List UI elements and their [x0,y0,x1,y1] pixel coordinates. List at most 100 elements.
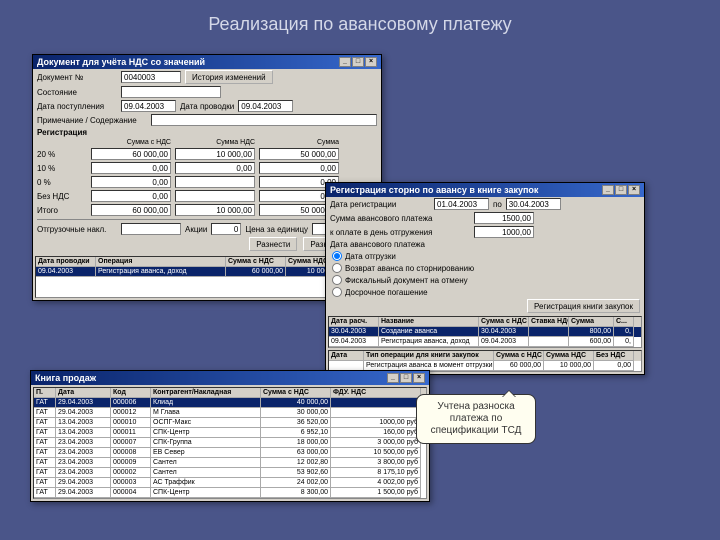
cell: 800,00 [569,327,614,337]
cell [331,408,421,418]
cell: 000002 [111,468,151,478]
cell [331,398,421,408]
amount-input[interactable]: 0,00 [91,162,171,174]
minimize-icon[interactable]: _ [602,185,614,195]
radio-early-pay[interactable] [332,287,342,297]
cell: СПК-Центр [151,428,261,438]
cell: 29.04.2003 [56,408,111,418]
net-input[interactable]: 0,00 [259,162,339,174]
close-icon[interactable]: × [365,57,377,67]
cell: 000009 [111,458,151,468]
grid-header: Дата Тип операции для книги закупок Сумм… [329,351,641,361]
ship-label: Отгрузочные накл. [37,225,117,234]
grid-row[interactable]: ГАТ29.04.2003000004СПК-Центр8 300,001 50… [34,488,426,498]
minimize-icon[interactable]: _ [339,57,351,67]
cell: 8 300,00 [261,488,331,498]
cell: ОСПГ-Макс [151,418,261,428]
vat-input[interactable]: 10 000,00 [175,204,255,216]
gh: Дата [56,388,111,398]
cell: 4 002,00 руб [331,478,421,488]
date1-input[interactable]: 09.04.2003 [121,100,176,112]
rate-label: Без НДС [37,192,87,201]
gh: Код [111,388,151,398]
rem-input[interactable]: 1000,00 [474,226,534,238]
cell: ГАТ [34,448,56,458]
vat-input[interactable] [175,190,255,202]
close-icon[interactable]: × [413,373,425,383]
radio-label: Досрочное погашение [345,288,428,297]
grid-row[interactable]: ГАТ13.04.2003000010ОСПГ-Макс36 520,00100… [34,418,426,428]
cell: 29.04.2003 [56,398,111,408]
grid-row[interactable]: ГАТ13.04.2003000011СПК-Центр6 952,10160,… [34,428,426,438]
gh-date: Дата проводки [36,257,96,267]
amount-input[interactable]: 60 000,00 [91,148,171,160]
titlebar[interactable]: Документ для учёта НДС со значений _ □ × [33,55,381,69]
grid-row[interactable]: 30.04.2003Создание аванса30.04.2003800,0… [329,327,641,337]
sum-input[interactable]: 1500,00 [474,212,534,224]
cell: 30 000,00 [261,408,331,418]
gh: Дата [329,351,364,361]
date2-input[interactable]: 09.04.2003 [238,100,293,112]
radio-label: Дата отгрузки [345,252,396,261]
cell: АС Траффик [151,478,261,488]
gh: Без НДС [594,351,634,361]
rem-label: к оплате в день отгружения [330,228,470,237]
cell: 40 000,00 [261,398,331,408]
vat-input[interactable]: 10 000,00 [175,148,255,160]
vat-input[interactable]: 0,00 [175,162,255,174]
radio-label: Фискальный документ на отмену [345,276,468,285]
to-label: по [493,200,502,209]
grid-row[interactable]: ГАТ23.04.2003000008ЕВ Север63 000,0010 5… [34,448,426,458]
cell: Регистрация аванса, доход [379,337,479,347]
grid-row[interactable]: ГАТ23.04.2003000002Сантел53 902,608 175,… [34,468,426,478]
desc-input[interactable] [151,114,377,126]
date-from-input[interactable]: 01.04.2003 [434,198,489,210]
titlebar[interactable]: Регистрация сторно по авансу в книге зак… [326,183,644,197]
apply-button[interactable]: Разнести [249,237,297,251]
amount-input[interactable]: 0,00 [91,176,171,188]
cell: 36 520,00 [261,418,331,428]
amount-input[interactable]: 60 000,00 [91,204,171,216]
status-label: Состояние [37,88,117,97]
grid-row[interactable]: ГАТ29.04.2003000006Клиад40 000,00 [34,398,426,408]
radio-fiscal-cancel[interactable] [332,275,342,285]
cell: 000008 [111,448,151,458]
radio-storno-return[interactable] [332,263,342,273]
radio-ship-date[interactable] [332,251,342,261]
cell: СПК-Группа [151,438,261,448]
window-title: Документ для учёта НДС со значений [37,57,205,67]
net-input[interactable]: 50 000,00 [259,148,339,160]
grid-row[interactable]: ГАТ29.04.2003000012М Глава30 000,00 [34,408,426,418]
gh: Сумма с НДС [494,351,544,361]
maximize-icon[interactable]: □ [400,373,412,383]
grid-row[interactable]: ГАТ29.04.2003000003АС Траффик24 002,004 … [34,478,426,488]
qty-input[interactable]: 0 [211,223,241,235]
cell: 0, [614,337,634,347]
status-input[interactable] [121,86,221,98]
maximize-icon[interactable]: □ [615,185,627,195]
rate-row: 10 %0,000,000,00 [33,161,381,175]
cell: 8 175,10 руб [331,468,421,478]
amount-input[interactable]: 0,00 [91,190,171,202]
maximize-icon[interactable]: □ [352,57,364,67]
grid-row[interactable]: ГАТ23.04.2003000009Сантел12 002,803 800,… [34,458,426,468]
close-icon[interactable]: × [628,185,640,195]
cell: 53 902,60 [261,468,331,478]
titlebar[interactable]: Книга продаж _ □ × [31,371,429,385]
cell: 30.04.2003 [329,327,379,337]
cell: 12 002,80 [261,458,331,468]
qty-label: Акции [185,225,207,234]
ship-input[interactable] [121,223,181,235]
grid-header: Дата расч.НазваниеСумма с НДССтавка НДСС… [329,317,641,327]
cell [529,327,569,337]
grid-row[interactable]: 09.04.2003Регистрация аванса, доход09.04… [329,337,641,347]
doc-no-input[interactable]: 0040003 [121,71,181,83]
register-book-button[interactable]: Регистрация книги закупок [527,299,640,313]
history-button[interactable]: История изменений [185,70,273,84]
date-to-input[interactable]: 30.04.2003 [506,198,561,210]
window-storno: Регистрация сторно по авансу в книге зак… [325,182,645,375]
cell: 29.04.2003 [56,488,111,498]
grid-row[interactable]: ГАТ23.04.2003000007СПК-Группа18 000,003 … [34,438,426,448]
minimize-icon[interactable]: _ [387,373,399,383]
vat-input[interactable] [175,176,255,188]
